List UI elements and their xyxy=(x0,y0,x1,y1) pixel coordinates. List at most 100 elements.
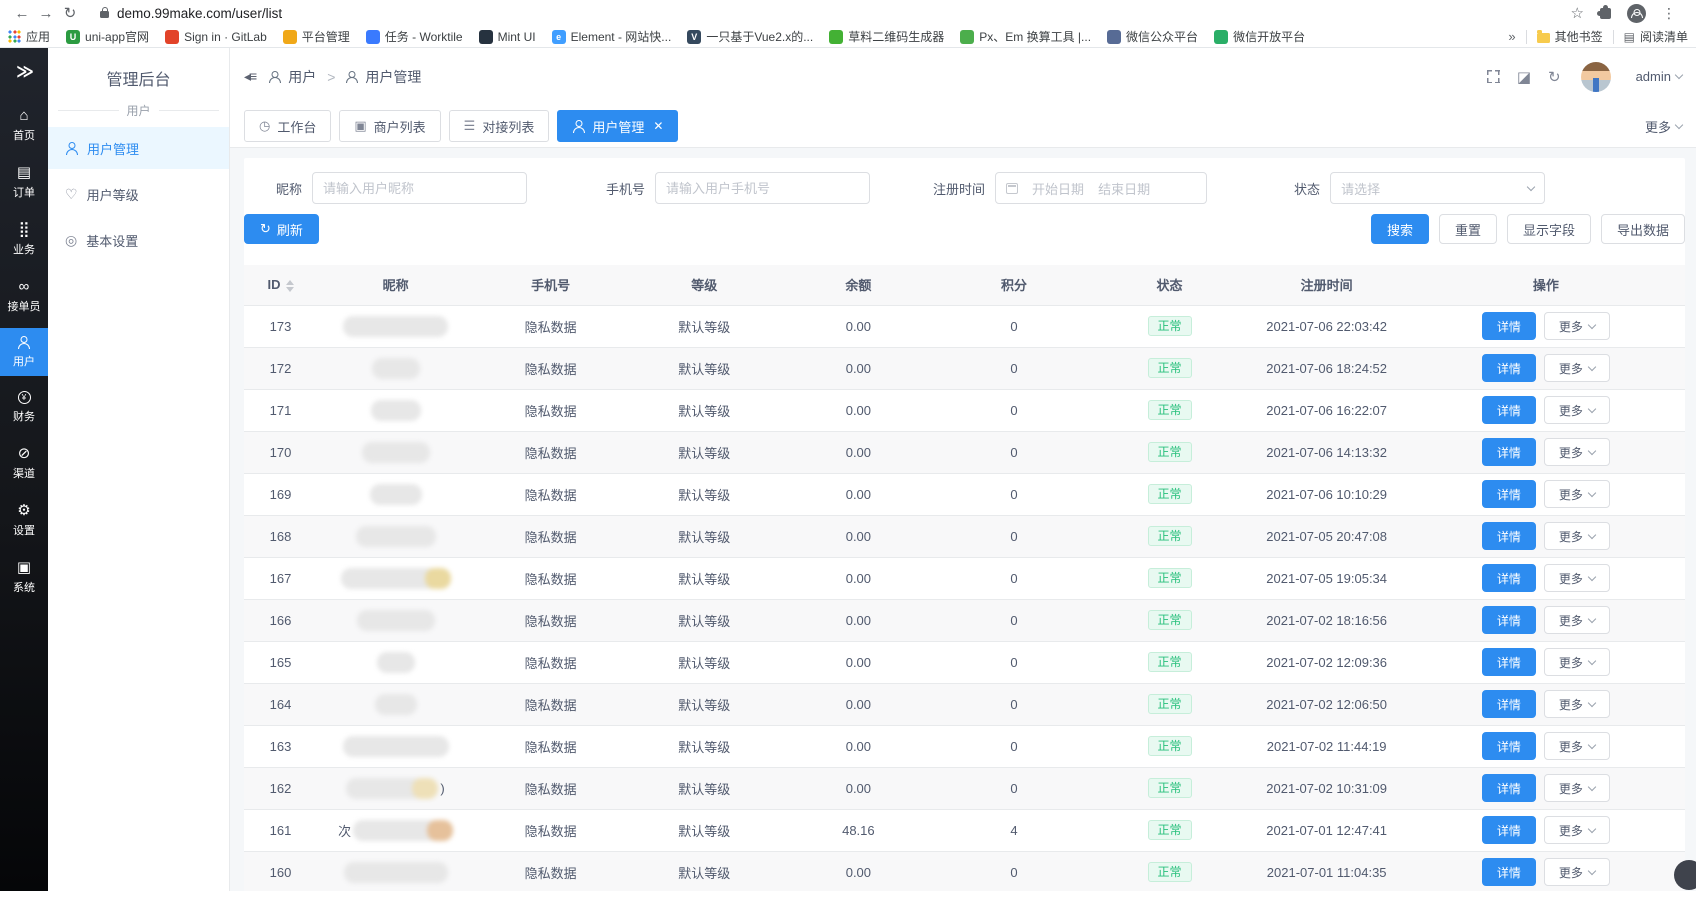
floating-widget[interactable] xyxy=(1674,860,1696,890)
tab-商户列表[interactable]: ▣商户列表 xyxy=(339,110,440,142)
bookmarks-overflow-icon[interactable]: » xyxy=(1508,29,1515,44)
row-more-button[interactable]: 更多 xyxy=(1544,564,1610,592)
rail-item-finance[interactable]: ¥财务 xyxy=(0,383,48,431)
row-more-button[interactable]: 更多 xyxy=(1544,816,1610,844)
tab-用户管理[interactable]: 用户管理✕ xyxy=(557,110,678,142)
row-more-button[interactable]: 更多 xyxy=(1544,774,1610,802)
bookmark-item[interactable]: 应用 xyxy=(8,28,50,45)
row-more-button[interactable]: 更多 xyxy=(1544,354,1610,382)
bookmark-item[interactable]: 平台管理 xyxy=(283,28,350,45)
sidebar-item-heart[interactable]: ♡用户等级 xyxy=(48,173,229,215)
detail-button[interactable]: 详情 xyxy=(1482,438,1536,466)
rail-item-settings[interactable]: ⚙设置 xyxy=(0,495,48,545)
bookmark-item[interactable]: 微信开放平台 xyxy=(1214,28,1305,45)
breadcrumb-page[interactable]: 用户管理 xyxy=(365,67,421,87)
browser-back-icon[interactable]: ← xyxy=(10,5,34,22)
bookmark-item[interactable]: Mint UI xyxy=(479,30,536,44)
collapse-menu-icon[interactable]: ◂≡ xyxy=(244,68,255,85)
row-more-button[interactable]: 更多 xyxy=(1544,480,1610,508)
rail-item-home[interactable]: ⌂首页 xyxy=(0,100,48,150)
row-more-button[interactable]: 更多 xyxy=(1544,858,1610,886)
row-more-button[interactable]: 更多 xyxy=(1544,690,1610,718)
export-data-button[interactable]: 导出数据 xyxy=(1601,214,1685,244)
other-bookmarks-button[interactable]: 其他书签 xyxy=(1537,28,1603,45)
browser-forward-icon[interactable]: → xyxy=(34,5,58,22)
bookmark-item[interactable]: eElement - 网站快... xyxy=(552,28,672,45)
rail-item-business[interactable]: ⣿业务 xyxy=(0,214,48,264)
reset-button[interactable]: 重置 xyxy=(1439,214,1497,244)
phone-input[interactable] xyxy=(655,172,870,204)
column-header-状态[interactable]: 状态 xyxy=(1093,265,1247,305)
detail-button[interactable]: 详情 xyxy=(1482,480,1536,508)
column-header-ID[interactable]: ID xyxy=(244,265,317,305)
column-header-等级[interactable]: 等级 xyxy=(627,265,781,305)
address-bar[interactable]: demo.99make.com/user/list xyxy=(90,2,1571,24)
browser-reload-icon[interactable]: ↻ xyxy=(58,4,82,22)
browser-profile-icon[interactable] xyxy=(1627,4,1646,23)
rail-item-order[interactable]: ▤订单 xyxy=(0,157,48,207)
detail-button[interactable]: 详情 xyxy=(1482,816,1536,844)
row-more-button[interactable]: 更多 xyxy=(1544,438,1610,466)
close-icon[interactable]: ✕ xyxy=(653,119,663,133)
row-more-button[interactable]: 更多 xyxy=(1544,396,1610,424)
extensions-icon[interactable] xyxy=(1600,8,1611,19)
sidebar-item-user[interactable]: 用户管理 xyxy=(48,127,229,169)
detail-button[interactable]: 详情 xyxy=(1482,606,1536,634)
column-header-注册时间[interactable]: 注册时间 xyxy=(1247,265,1407,305)
show-fields-button[interactable]: 显示字段 xyxy=(1507,214,1591,244)
tabs-more-button[interactable]: 更多 xyxy=(1645,117,1682,136)
bookmark-item[interactable]: 微信公众平台 xyxy=(1107,28,1198,45)
bookmark-item[interactable]: Px、Em 换算工具 |... xyxy=(960,28,1091,45)
bookmark-star-icon[interactable]: ☆ xyxy=(1571,4,1584,22)
column-header-昵称[interactable]: 昵称 xyxy=(317,265,474,305)
detail-button[interactable]: 详情 xyxy=(1482,354,1536,382)
status-select[interactable]: 请选择 xyxy=(1330,172,1545,204)
rail-item-channel[interactable]: ⊘渠道 xyxy=(0,438,48,488)
detail-button[interactable]: 详情 xyxy=(1482,732,1536,760)
account-menu[interactable]: admin xyxy=(1636,69,1682,84)
page-url[interactable]: demo.99make.com/user/list xyxy=(117,6,282,21)
refresh-page-icon[interactable]: ↻ xyxy=(1548,68,1561,86)
app-logo-icon[interactable]: ≫ xyxy=(16,62,32,82)
column-header-积分[interactable]: 积分 xyxy=(935,265,1092,305)
rail-item-system[interactable]: ▣系统 xyxy=(0,552,48,602)
row-more-button[interactable]: 更多 xyxy=(1544,522,1610,550)
detail-button[interactable]: 详情 xyxy=(1482,396,1536,424)
sidebar-item-target[interactable]: ◎基本设置 xyxy=(48,219,229,261)
tab-对接列表[interactable]: ☰对接列表 xyxy=(449,110,550,142)
register-date-range-picker[interactable]: 开始日期 结束日期 xyxy=(995,172,1207,204)
detail-button[interactable]: 详情 xyxy=(1482,774,1536,802)
user-avatar[interactable] xyxy=(1581,62,1611,92)
nickname-input[interactable] xyxy=(312,172,527,204)
bookmark-item[interactable]: 草料二维码生成器 xyxy=(829,28,944,45)
bookmark-item[interactable]: Sign in · GitLab xyxy=(165,30,267,44)
browser-menu-icon[interactable]: ⋮ xyxy=(1662,5,1676,22)
column-header-手机号[interactable]: 手机号 xyxy=(474,265,627,305)
column-header-余额[interactable]: 余额 xyxy=(781,265,935,305)
rail-item-user[interactable]: 用户 xyxy=(0,328,48,376)
search-button[interactable]: 搜索 xyxy=(1371,214,1429,244)
detail-button[interactable]: 详情 xyxy=(1482,690,1536,718)
sort-icon[interactable] xyxy=(286,280,294,292)
breadcrumb-section[interactable]: 用户 xyxy=(288,67,316,87)
detail-button[interactable]: 详情 xyxy=(1482,858,1536,886)
bookmark-item[interactable]: 任务 - Worktile xyxy=(366,28,463,45)
reading-list-button[interactable]: ▤ 阅读清单 xyxy=(1624,28,1688,45)
tab-工作台[interactable]: ◷工作台 xyxy=(244,110,331,142)
row-more-button[interactable]: 更多 xyxy=(1544,606,1610,634)
detail-button[interactable]: 详情 xyxy=(1482,312,1536,340)
column-header-操作[interactable]: 操作 xyxy=(1407,265,1685,305)
detail-button[interactable]: 详情 xyxy=(1482,522,1536,550)
fullscreen-icon[interactable] xyxy=(1487,70,1500,83)
rail-item-rider[interactable]: ∞接单员 xyxy=(0,271,48,321)
bookmark-item[interactable]: Uuni-app官网 xyxy=(66,28,149,45)
bookmark-item[interactable]: V一只基于Vue2.x的... xyxy=(687,28,813,45)
detail-button[interactable]: 详情 xyxy=(1482,648,1536,676)
theme-icon[interactable]: ◪ xyxy=(1517,68,1531,86)
row-more-button[interactable]: 更多 xyxy=(1544,312,1610,340)
row-more-label: 更多 xyxy=(1559,318,1583,335)
detail-button[interactable]: 详情 xyxy=(1482,564,1536,592)
row-more-button[interactable]: 更多 xyxy=(1544,732,1610,760)
refresh-button[interactable]: ↻ 刷新 xyxy=(244,214,319,244)
row-more-button[interactable]: 更多 xyxy=(1544,648,1610,676)
